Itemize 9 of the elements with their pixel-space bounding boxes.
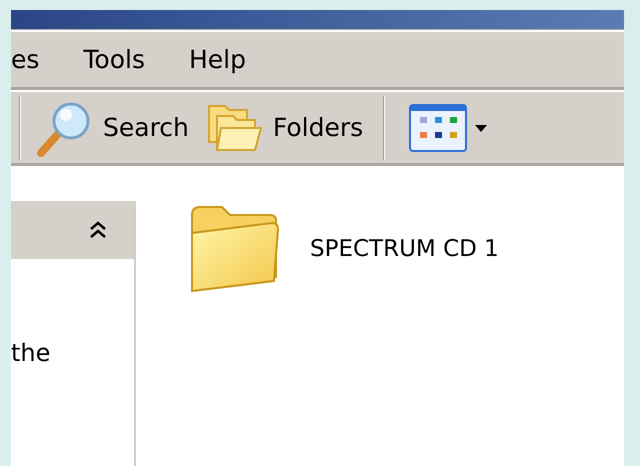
collapse-icon[interactable] [88, 220, 108, 240]
folder-name: SPECTRUM CD 1 [310, 234, 499, 264]
task-pane-text: the [11, 339, 50, 367]
menu-item[interactable]: Help [189, 40, 246, 78]
folder-icon[interactable] [188, 203, 280, 295]
menu-item[interactable]: es [11, 40, 40, 78]
folders-button[interactable]: Folders [200, 102, 370, 154]
search-button[interactable]: Search [29, 98, 195, 156]
menu-item[interactable]: Tools [83, 40, 145, 78]
